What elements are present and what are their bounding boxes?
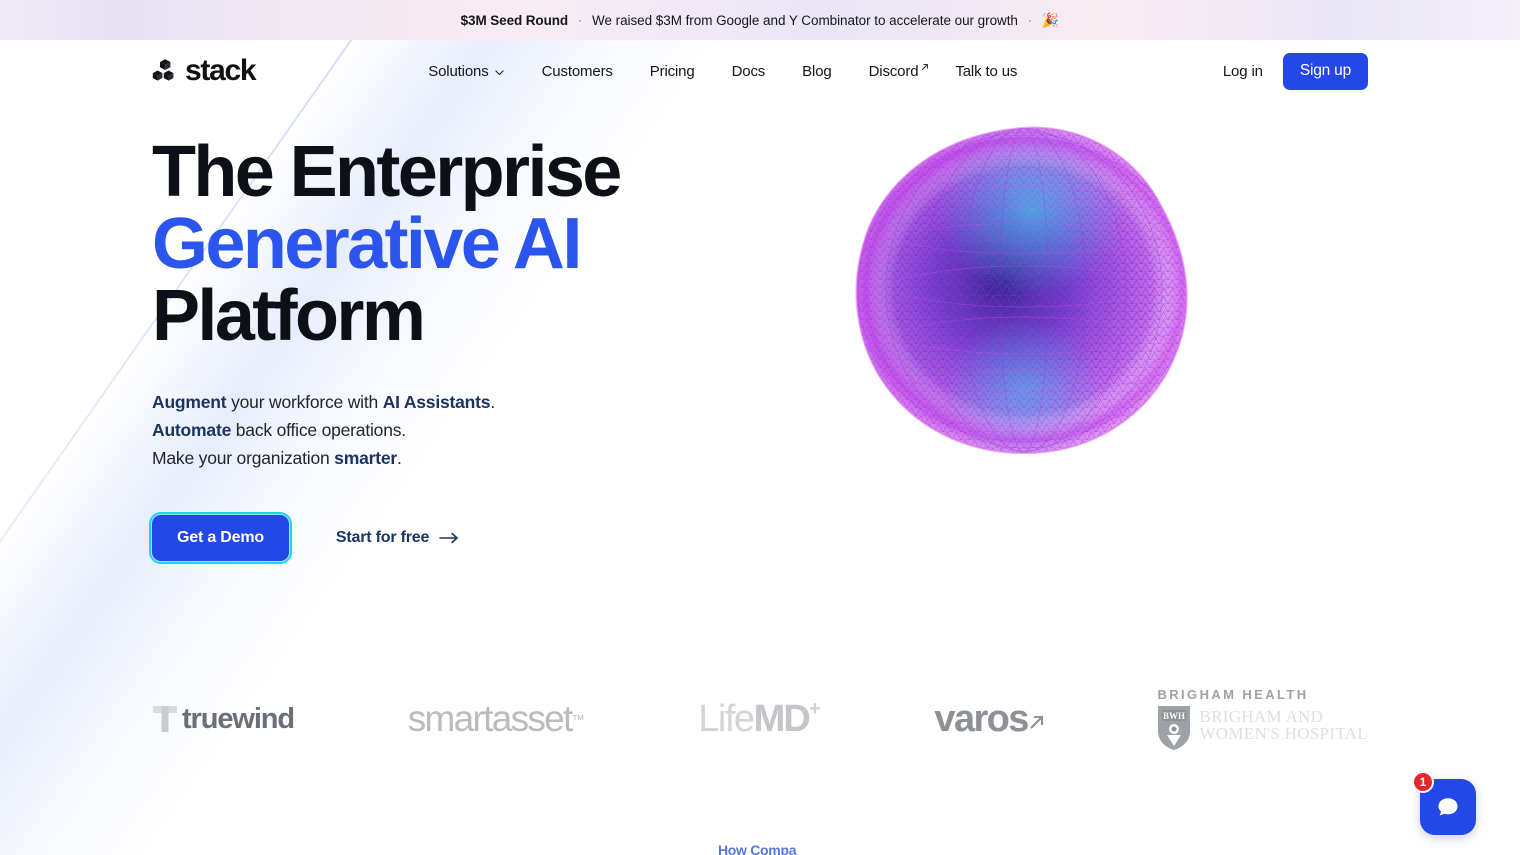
- smartasset-trademark: ™: [571, 711, 585, 727]
- nav-label-discord: Discord: [868, 62, 919, 80]
- subcopy-text-3: Make your organization: [152, 448, 335, 468]
- nav-label-solutions: Solutions: [428, 62, 489, 80]
- subcopy-line-3: Make your organization smarter.: [152, 444, 792, 472]
- hero-subcopy: Augment your workforce with AI Assistant…: [152, 388, 792, 472]
- brigham-line-1: BRIGHAM AND: [1199, 707, 1324, 726]
- logo-lifemd: Life MD +: [698, 698, 820, 741]
- truewind-t-mark-icon: [153, 706, 177, 732]
- subcopy-text-2: back office operations.: [231, 420, 406, 440]
- next-section-peek-text: How Compa: [718, 842, 797, 855]
- brand-logo[interactable]: stack: [152, 54, 257, 87]
- subcopy-bold-automate: Automate: [152, 420, 232, 440]
- arrow-right-icon: [439, 532, 458, 544]
- chat-unread-badge: 1: [1412, 771, 1434, 793]
- subcopy-period-1: .: [490, 392, 495, 412]
- nav-label-pricing: Pricing: [649, 62, 695, 80]
- start-for-free-link[interactable]: Start for free: [336, 529, 459, 547]
- lifemd-word-md: MD: [753, 697, 811, 740]
- chevron-down-icon: [494, 69, 504, 75]
- headline-line-1: The Enterprise: [152, 132, 622, 212]
- subcopy-bold-ai-assistants: AI Assistants: [382, 392, 491, 412]
- brigham-health-top-text: BRIGHAM HEALTH: [1157, 687, 1309, 702]
- hero-cta-row: Get a Demo Start for free: [149, 512, 792, 564]
- signup-button[interactable]: Sign up: [1282, 52, 1368, 90]
- banner-headline: $3M Seed Round: [460, 12, 569, 28]
- nav-label-blog: Blog: [802, 62, 832, 80]
- brigham-hospital-lines: BRIGHAM AND WOMEN'S HOSPITAL: [1199, 705, 1367, 742]
- logo-brigham-health: BRIGHAM HEALTH BWH BRIGHAM AND WOMEN'S H…: [1157, 687, 1368, 751]
- site-header: stack Solutions Customers Pricing Docs B…: [0, 40, 1520, 102]
- customer-logo-strip: truewind smartasset ™ Life MD + varos BRIGH…: [152, 680, 1368, 758]
- external-link-icon: [922, 63, 929, 70]
- start-for-free-label: Start for free: [335, 529, 430, 546]
- hero-section: The Enterprise Generative AI Platform Au…: [0, 102, 1520, 564]
- varos-corner-arrow-icon: [1030, 715, 1043, 729]
- logo-truewind: truewind: [152, 702, 295, 736]
- subcopy-bold-smarter: smarter: [334, 448, 397, 468]
- brigham-shield-row: BWH BRIGHAM AND WOMEN'S HOSPITAL: [1157, 705, 1368, 751]
- headline-line-3: Platform: [152, 276, 426, 356]
- smartasset-wordmark: smartasset: [407, 698, 574, 739]
- main-navigation: Solutions Customers Pricing Docs Blog Di…: [428, 63, 1017, 80]
- subcopy-period-3: .: [396, 448, 402, 468]
- nav-label-talk-to-us: Talk to us: [955, 62, 1018, 80]
- subcopy-text-1: your workforce with: [226, 392, 383, 412]
- subcopy-bold-augment: Augment: [152, 392, 227, 412]
- nav-item-discord[interactable]: Discord: [868, 62, 929, 80]
- nav-item-pricing[interactable]: Pricing: [650, 63, 695, 80]
- brigham-line-2: WOMEN'S HOSPITAL: [1199, 724, 1368, 743]
- login-link[interactable]: Log in: [1223, 63, 1263, 80]
- headline-line-2-accent: Generative AI: [152, 204, 582, 284]
- hero-content: The Enterprise Generative AI Platform Au…: [149, 102, 792, 564]
- chat-bubble-icon: [1438, 798, 1458, 816]
- nav-label-docs: Docs: [731, 62, 766, 80]
- banner-separator-2: ·: [1027, 13, 1032, 27]
- subcopy-line-1: Augment your workforce with AI Assistant…: [152, 388, 792, 416]
- bwh-shield-icon: BWH: [1158, 706, 1191, 750]
- nav-item-docs[interactable]: Docs: [732, 63, 766, 80]
- nav-item-blog[interactable]: Blog: [802, 62, 832, 80]
- varos-wordmark: varos: [934, 697, 1029, 740]
- banner-message: We raised $3M from Google and Y Combinat…: [592, 12, 1018, 28]
- lifemd-word-life: Life: [698, 697, 755, 740]
- chat-widget: 1: [1412, 771, 1476, 835]
- sphere-mesh-group: [856, 127, 1187, 454]
- logo-smartasset: smartasset ™: [408, 698, 585, 740]
- lifemd-plus-icon: +: [809, 697, 821, 720]
- party-popper-icon: 🎉: [1041, 11, 1060, 28]
- nav-label-customers: Customers: [541, 62, 613, 80]
- get-a-demo-button[interactable]: Get a Demo: [149, 512, 292, 564]
- sphere-svg: [855, 126, 1188, 455]
- banner-separator-1: ·: [578, 13, 583, 27]
- page-title: The Enterprise Generative AI Platform: [152, 136, 792, 352]
- stacked-cubes-icon: [152, 59, 174, 81]
- nav-item-solutions[interactable]: Solutions: [428, 63, 504, 80]
- truewind-wordmark: truewind: [182, 702, 295, 735]
- subcopy-line-2: Automate back office operations.: [152, 416, 792, 444]
- nav-item-customers[interactable]: Customers: [542, 63, 613, 80]
- logo-varos: varos: [934, 698, 1043, 741]
- header-auth-actions: Log in Sign up: [1223, 52, 1368, 90]
- page-root: $3M Seed Round · We raised $3M from Goog…: [0, 0, 1520, 855]
- hero-visual-area: [792, 112, 1368, 512]
- wireframe-mesh-sphere-icon: [844, 120, 1204, 460]
- announcement-banner[interactable]: $3M Seed Round · We raised $3M from Goog…: [0, 0, 1520, 40]
- svg-text:BWH: BWH: [1163, 711, 1185, 721]
- nav-item-talk-to-us[interactable]: Talk to us: [955, 63, 1017, 80]
- brand-logo-text: stack: [185, 54, 257, 87]
